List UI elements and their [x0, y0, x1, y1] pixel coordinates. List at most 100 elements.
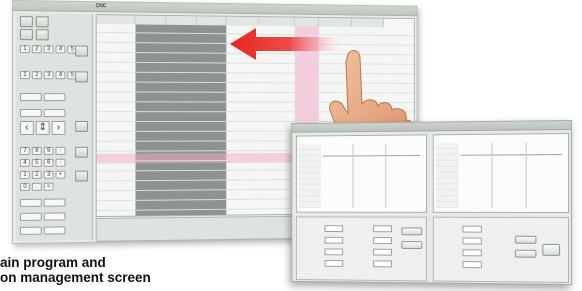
key[interactable]: 3	[43, 45, 54, 54]
action-button[interactable]	[401, 241, 423, 250]
keypad-row-3: 7 8 9 -	[19, 146, 66, 155]
keypad-row-mode	[19, 93, 66, 102]
key[interactable]: 2	[31, 71, 42, 80]
key[interactable]: 1	[19, 170, 30, 179]
key[interactable]: =	[43, 182, 54, 191]
form-panel-right	[432, 216, 570, 283]
graph-table-left	[298, 144, 321, 208]
caption-line-1: ain program and	[0, 255, 106, 270]
value-field[interactable]	[462, 237, 482, 245]
keypad-row-2: 1 2 3 4 5	[19, 71, 78, 80]
form-panel-left	[295, 216, 428, 282]
main-logo: CNC	[95, 3, 107, 10]
graph-line	[460, 154, 563, 156]
caption-line-2: on management screen	[0, 270, 151, 285]
value-field[interactable]	[324, 225, 344, 233]
management-titlebar	[292, 121, 572, 133]
action-button[interactable]	[514, 235, 537, 244]
function-key[interactable]	[19, 198, 42, 207]
keypad-row-9	[19, 226, 66, 235]
graph-gridline	[491, 142, 493, 208]
value-field[interactable]	[462, 249, 482, 257]
action-button[interactable]	[542, 243, 561, 256]
key[interactable]: -	[55, 158, 66, 167]
keypad-row-4: 4 5 6 -	[19, 158, 66, 167]
key[interactable]: 4	[55, 71, 66, 80]
keypad-row-5: 1 2 3 +	[19, 170, 66, 179]
keypad-row-1: 1 2 3 4 5	[19, 45, 78, 54]
key[interactable]: 2	[31, 170, 42, 179]
value-field[interactable]	[462, 225, 482, 233]
value-field[interactable]	[324, 236, 344, 244]
right-arrow-icon[interactable]: ›	[51, 121, 66, 135]
key[interactable]: 9	[43, 146, 54, 155]
key[interactable]: 3	[43, 71, 54, 80]
value-field[interactable]	[324, 259, 344, 267]
graph-line	[322, 155, 421, 157]
key[interactable]: 4	[55, 45, 66, 54]
pen-icon[interactable]	[75, 146, 88, 158]
program-icon[interactable]	[35, 29, 49, 41]
key[interactable]: 6	[43, 158, 54, 167]
left-arrow-icon[interactable]: ‹	[19, 121, 34, 135]
keypad-row-mode2	[19, 109, 66, 118]
function-key[interactable]	[43, 198, 66, 207]
globe-icon[interactable]	[75, 45, 88, 57]
key[interactable]: 3	[43, 170, 54, 179]
keypad-row-6: 0 . =	[19, 182, 54, 191]
grid-column-header[interactable]	[96, 15, 136, 25]
grid-column-header[interactable]	[226, 16, 260, 26]
graph-panel-left	[295, 134, 428, 213]
key[interactable]: 4	[19, 158, 30, 167]
key[interactable]: -	[55, 146, 66, 155]
action-button[interactable]	[401, 227, 423, 236]
graph-table-right	[435, 142, 459, 208]
key[interactable]: +	[55, 170, 66, 179]
keypad-row-8	[19, 212, 66, 221]
cut-icon[interactable]	[75, 121, 88, 132]
key[interactable]: .	[31, 182, 42, 191]
mode-key[interactable]	[19, 93, 42, 102]
value-field[interactable]	[373, 237, 392, 244]
function-key[interactable]	[43, 212, 66, 221]
value-field[interactable]	[373, 248, 392, 256]
value-field[interactable]	[324, 248, 344, 256]
value-field[interactable]	[462, 261, 482, 269]
key[interactable]: 2	[31, 45, 42, 54]
function-key[interactable]	[19, 226, 42, 235]
mode-key[interactable]	[43, 93, 66, 102]
graph-icon[interactable]	[75, 71, 88, 83]
graph-gridline	[525, 142, 527, 208]
key[interactable]: 1	[19, 71, 30, 80]
tool-icon[interactable]	[35, 16, 49, 28]
key[interactable]: 7	[19, 146, 30, 155]
cursor-keys: ‹ ⇕ ›	[19, 121, 66, 135]
action-button[interactable]	[514, 249, 537, 258]
management-screen	[291, 120, 572, 285]
mode-key[interactable]	[19, 109, 42, 118]
keypad-row-7	[19, 198, 66, 207]
grid-column-header[interactable]	[166, 15, 197, 26]
grid-column-header[interactable]	[259, 17, 295, 27]
mode-key[interactable]	[43, 109, 66, 118]
settings-icon[interactable]	[19, 29, 33, 41]
left-keypad-panel: 1 2 3 4 5 1 2 3 4 5 ‹ ⇕ › 7 8 9 - 4 5 6 …	[15, 13, 93, 241]
function-key[interactable]	[19, 212, 42, 221]
grid-column-header[interactable]	[135, 15, 167, 25]
graph-panel-right	[432, 133, 570, 213]
key[interactable]: 1	[19, 45, 30, 54]
key[interactable]: 8	[31, 146, 42, 155]
value-field[interactable]	[373, 225, 392, 233]
key[interactable]: 5	[31, 158, 42, 167]
monitor-icon[interactable]	[19, 16, 33, 28]
key[interactable]: 0	[19, 182, 30, 191]
graph-gridline	[352, 143, 354, 208]
value-field[interactable]	[373, 260, 392, 268]
caption: ain program and on management screen	[0, 255, 282, 285]
grid-column-header[interactable]	[196, 16, 227, 26]
function-key[interactable]	[43, 226, 66, 235]
graph-gridline	[385, 143, 387, 208]
grid-column-header[interactable]	[351, 18, 384, 28]
up-down-arrow-icon[interactable]: ⇕	[35, 121, 50, 135]
copy-icon[interactable]	[75, 170, 88, 182]
